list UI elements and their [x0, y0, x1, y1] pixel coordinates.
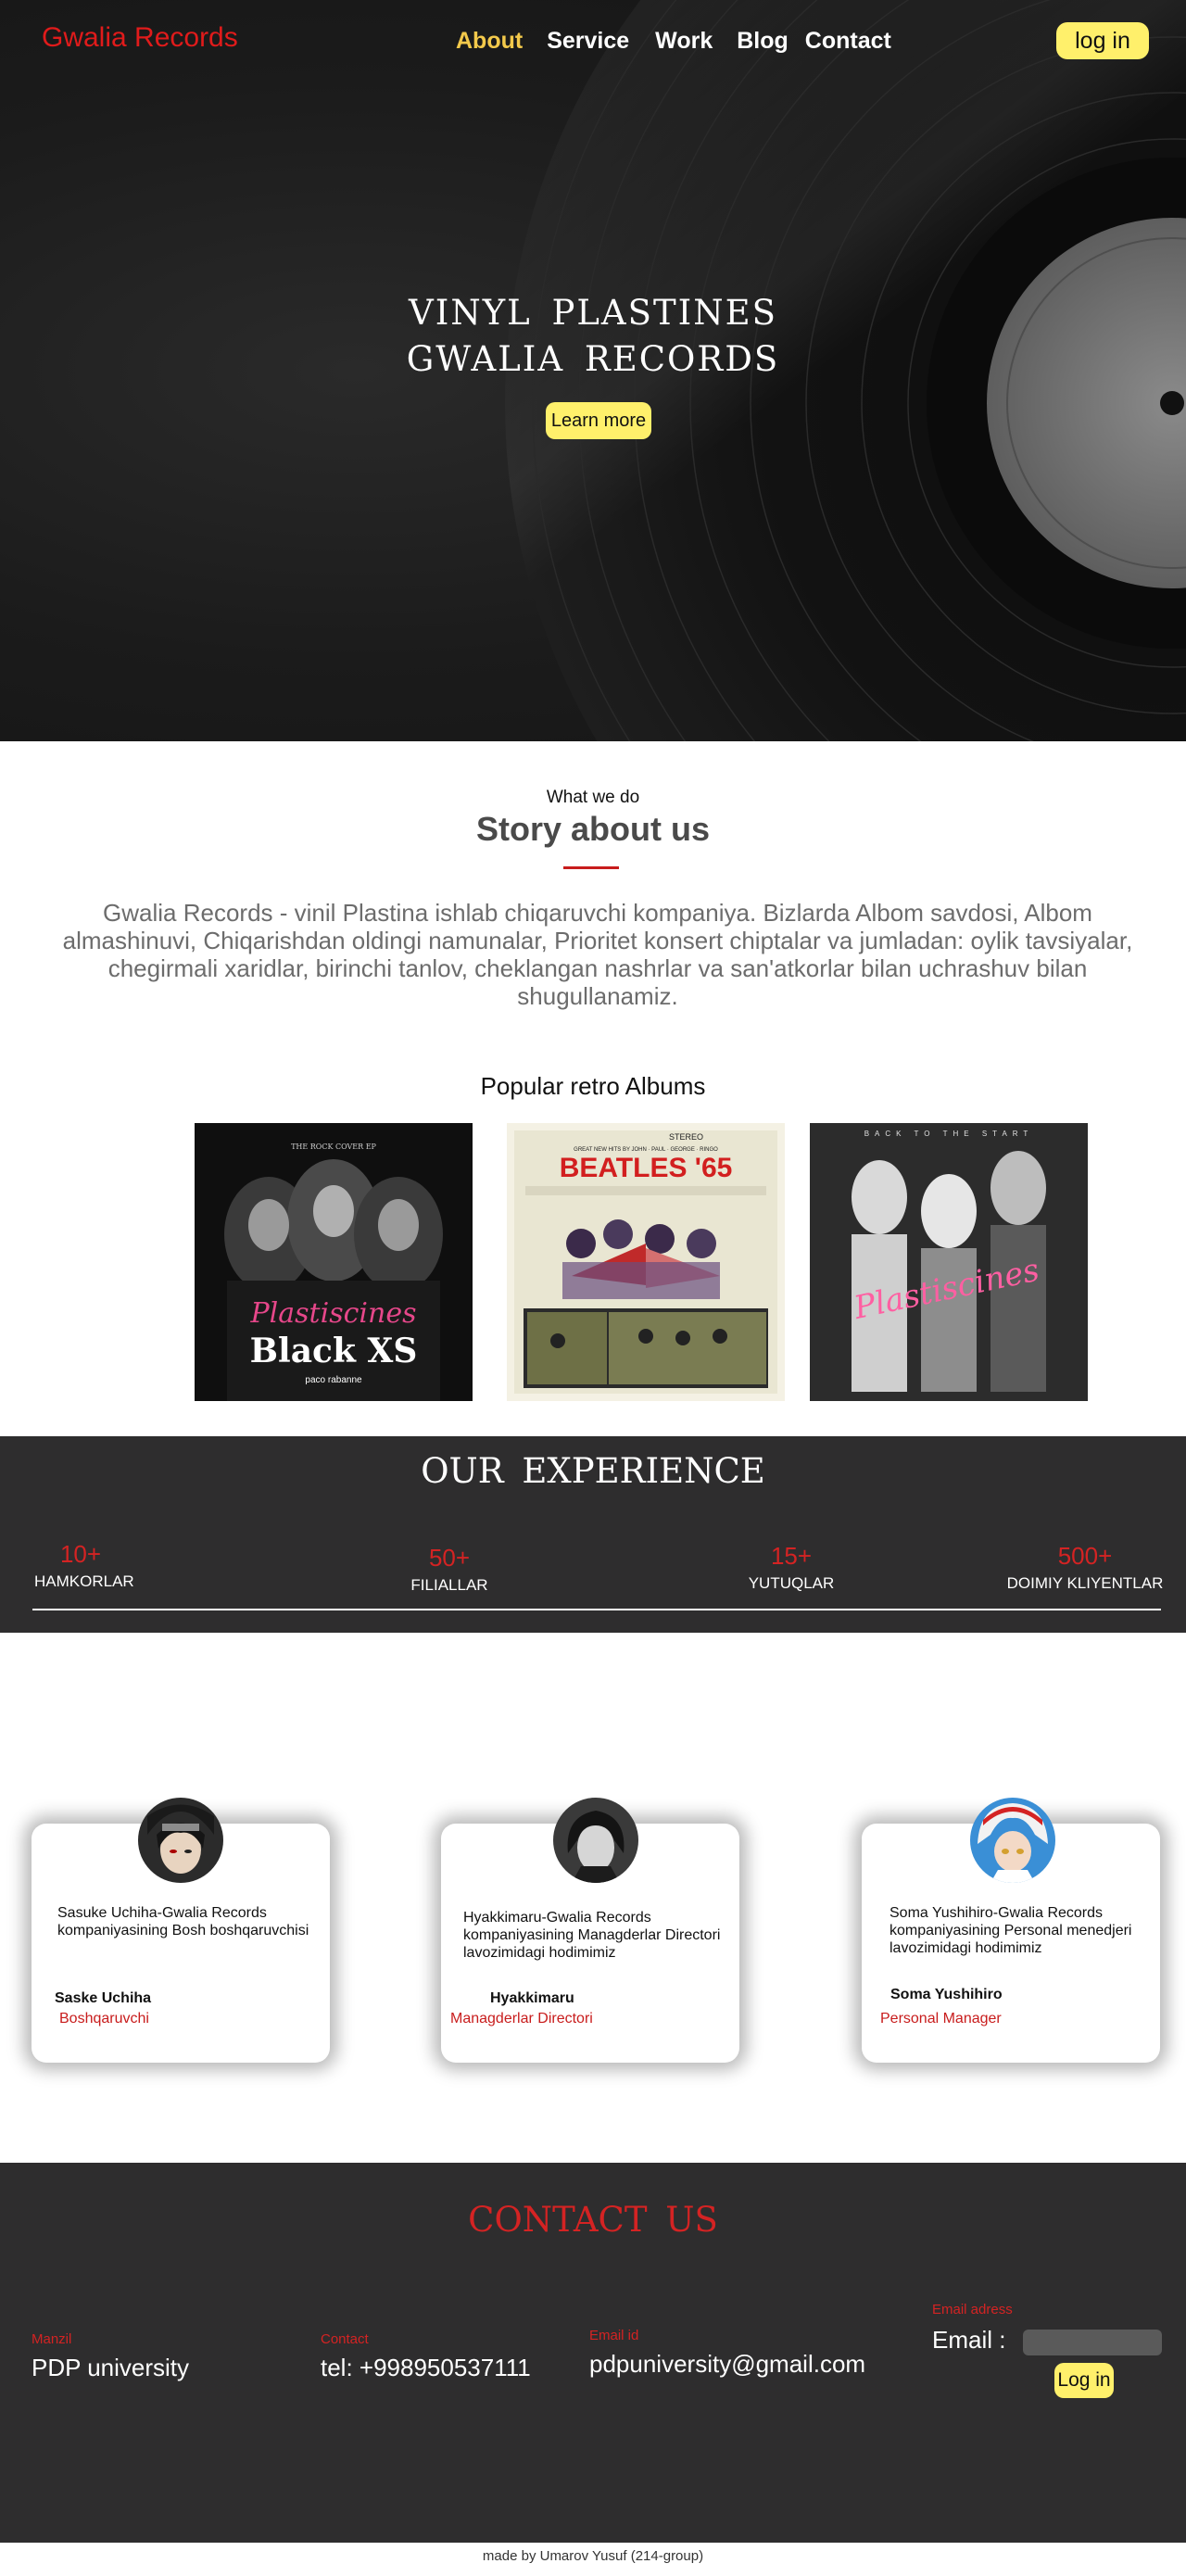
- title-underline: [563, 866, 619, 869]
- card2-desc-line3: lavozimidagi hodimimiz: [463, 1945, 616, 1961]
- album-cover-3[interactable]: BACK TO THE START Plastiscines: [810, 1123, 1088, 1401]
- card3-role: Personal Manager: [880, 2011, 1002, 2027]
- album-cover-2[interactable]: STEREO GREAT NEW HITS BY JOHN · PAUL · G…: [507, 1123, 785, 1401]
- card1-name: Saske Uchiha: [55, 1990, 152, 2006]
- card1-desc-line1: Sasuke Uchiha-Gwalia Records: [57, 1905, 267, 1921]
- hero-section: Gwalia Records About Service Work Blog C…: [0, 0, 1186, 741]
- card3-desc-line1: Soma Yushihiro-Gwalia Records: [890, 1905, 1104, 1921]
- nav-service[interactable]: Service: [547, 28, 629, 55]
- brand-logo[interactable]: Gwalia Records: [42, 22, 238, 54]
- learn-more-button[interactable]: Learn more: [546, 402, 651, 439]
- card2-desc-line2: kompaniyasining Managderlar Directori: [463, 1927, 721, 1943]
- stat-value: 500+: [1057, 1542, 1113, 1570]
- card3-desc-line2: kompaniyasining Personal menedjeri: [890, 1923, 1132, 1938]
- avatar-sasuke: [138, 1798, 223, 1883]
- nav-about[interactable]: About: [456, 28, 523, 55]
- stat-clients: 500+ DOIMIY KLIYENTLAR: [1006, 1542, 1164, 1593]
- album1-brand: paco rabanne: [305, 1375, 362, 1385]
- card1-role: Boshqaruvchi: [59, 2011, 149, 2027]
- card1-desc-line2: kompaniyasining Bosh boshqaruvchisi: [57, 1923, 309, 1938]
- login-button[interactable]: log in: [1056, 22, 1149, 59]
- story-text: Gwalia Records - vinil Plastina ishlab c…: [62, 899, 1133, 1010]
- main-nav: About Service Work Blog Contact: [456, 28, 915, 55]
- album3-top-text: BACK TO THE START: [864, 1130, 1034, 1138]
- email-form-prompt: Email :: [932, 2326, 1006, 2354]
- email-form-label: Email adress: [932, 2302, 1013, 2317]
- album2-top-text: STEREO: [669, 1132, 703, 1142]
- album2-cover-text: BEATLES '65: [560, 1153, 733, 1183]
- footer-credit: made by Umarov Yusuf (214-group): [482, 2548, 704, 2564]
- nav-work[interactable]: Work: [655, 28, 713, 55]
- story-title: Story about us: [475, 810, 711, 848]
- album1-caption: Black XS: [250, 1332, 418, 1370]
- page: Gwalia Records About Service Work Blog C…: [0, 0, 1186, 2576]
- stat-partners: 10+ HAMKORLAR: [34, 1540, 134, 1591]
- stat-value: 10+: [59, 1540, 102, 1568]
- hero-title-line2: GWALIA RECORDS: [406, 339, 780, 379]
- avatar-soma: [970, 1798, 1055, 1883]
- experience-divider: [32, 1609, 1161, 1610]
- contact-title: CONTACT US: [468, 2200, 718, 2240]
- stat-label: YUTUQLAR: [748, 1574, 835, 1592]
- card2-name: Hyakkimaru: [490, 1990, 574, 2006]
- contact-login-button[interactable]: Log in: [1054, 2363, 1114, 2398]
- nav-blog[interactable]: Blog: [737, 28, 789, 55]
- stat-label: HAMKORLAR: [34, 1572, 134, 1590]
- experience-title: OUR EXPERIENCE: [421, 1451, 765, 1491]
- phone-label: Contact: [321, 2331, 369, 2347]
- card2-desc-line1: Hyakkimaru-Gwalia Records: [463, 1910, 651, 1926]
- stat-value: 50+: [428, 1544, 471, 1572]
- card3-name: Soma Yushihiro: [890, 1987, 1003, 2002]
- stat-achievements: 15+ YUTUQLAR: [745, 1542, 838, 1593]
- album-cover-1[interactable]: THE ROCK COVER EP Plastiscines Black XS …: [195, 1123, 473, 1401]
- stat-value: 15+: [770, 1542, 813, 1570]
- stat-branches: 50+ FILIALLAR: [403, 1544, 496, 1595]
- card3-desc-line3: lavozimidagi hodimimiz: [890, 1940, 1042, 1956]
- email-value: pdpuniversity@gmail.com: [589, 2350, 866, 2378]
- email-input[interactable]: [1023, 2330, 1162, 2355]
- address-label: Manzil: [32, 2331, 72, 2347]
- nav-contact[interactable]: Contact: [805, 28, 891, 55]
- card2-role: Managderlar Directori: [450, 2011, 593, 2027]
- album1-cover-text: Plastiscines: [250, 1297, 417, 1330]
- stat-label: FILIALLAR: [410, 1576, 488, 1594]
- address-value: PDP university: [32, 2354, 190, 2381]
- phone-value: tel: +998950537111: [321, 2354, 531, 2381]
- album1-top-text: THE ROCK COVER EP: [291, 1143, 376, 1151]
- section-eyebrow: What we do: [546, 788, 640, 807]
- stat-label: DOIMIY KLIYENTLAR: [1006, 1574, 1164, 1592]
- avatar-hyakkimaru: [553, 1798, 638, 1883]
- email-label: Email id: [589, 2328, 639, 2343]
- hero-title-line1: VINYL PLASTINES: [408, 293, 778, 333]
- albums-title: Popular retro Albums: [480, 1072, 706, 1100]
